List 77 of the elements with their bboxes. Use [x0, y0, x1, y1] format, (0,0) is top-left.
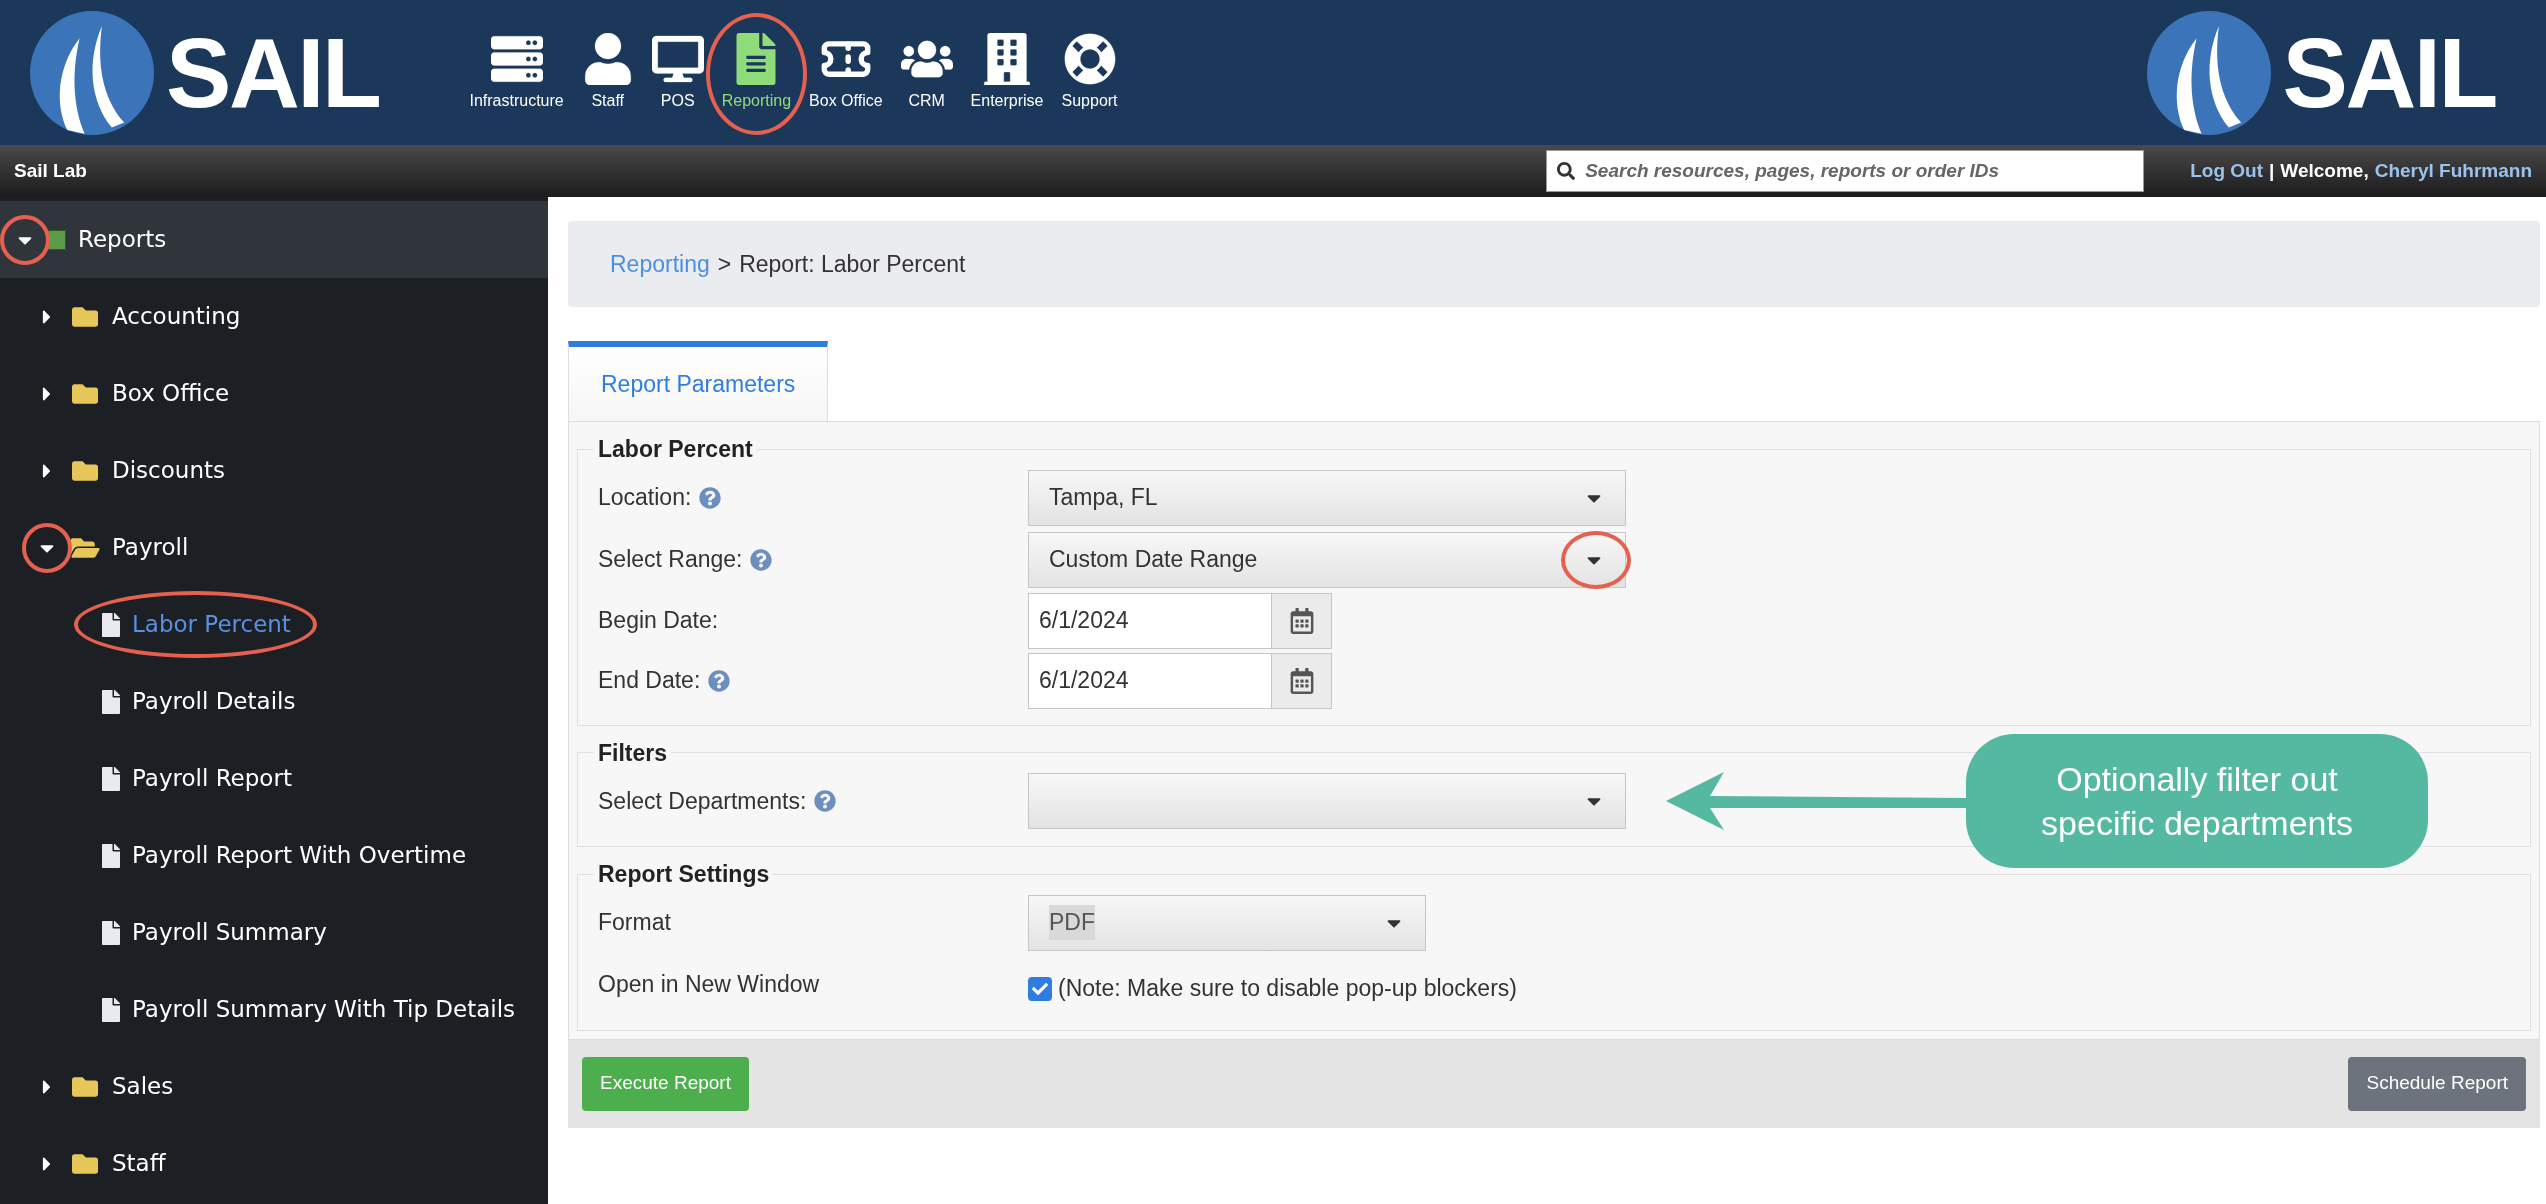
tree-item[interactable]: Payroll Summary — [132, 919, 327, 946]
field-label: End Date: — [598, 666, 701, 696]
select-field[interactable]: PDF — [1028, 894, 1426, 951]
tree-item[interactable]: Staff — [112, 1150, 166, 1177]
logo-text: SAIL — [2282, 23, 2496, 122]
breadcrumb-separator: > — [717, 249, 732, 279]
document-icon — [102, 843, 120, 868]
nav-item[interactable]: CRM — [898, 32, 955, 113]
nav-item[interactable]: Box Office — [807, 32, 885, 113]
nav-icon — [1063, 32, 1116, 85]
date-input[interactable]: 6/1/2024 — [1028, 592, 1272, 649]
field-label: Location: — [598, 483, 692, 513]
search-icon — [1557, 162, 1576, 180]
help-icon[interactable] — [708, 669, 731, 692]
section-title: Labor Percent — [597, 435, 754, 464]
field-label: Format — [598, 908, 671, 938]
help-icon[interactable] — [814, 790, 837, 812]
site-name: Sail Lab — [14, 158, 87, 183]
document-icon — [735, 32, 778, 85]
tree-item[interactable]: Discounts — [112, 457, 225, 484]
separator-text: | — [2269, 158, 2275, 183]
calendar-icon — [1289, 607, 1314, 634]
tree-item[interactable]: Payroll Report With Overtime — [132, 842, 467, 869]
nav-item[interactable]: Staff — [579, 32, 636, 113]
nav-icon — [651, 32, 704, 85]
user-link[interactable]: Cheryl Fuhrmann — [2374, 156, 2532, 186]
breadcrumb-current: Report: Labor Percent — [739, 249, 966, 279]
help-icon[interactable] — [699, 486, 722, 509]
document-icon — [102, 997, 120, 1022]
calendar-button[interactable] — [1272, 652, 1332, 709]
logo-text: SAIL — [166, 23, 380, 122]
checkbox-note: (Note: Make sure to disable pop-up blockers) — [1058, 974, 1517, 1004]
select-field[interactable]: Tampa, FL — [1028, 469, 1626, 526]
tree-item[interactable]: Payroll Details — [132, 688, 296, 715]
document-icon — [102, 689, 120, 714]
checkbox[interactable] — [1028, 976, 1052, 1001]
section-title: Report Settings — [597, 860, 771, 889]
date-input[interactable]: 6/1/2024 — [1028, 652, 1272, 709]
tree-item[interactable]: Reports — [78, 226, 167, 253]
field-label: Open in New Window — [598, 970, 820, 1000]
calendar-button[interactable] — [1272, 592, 1332, 649]
tree-item[interactable]: Sales — [112, 1073, 174, 1100]
report-book-icon — [48, 229, 66, 250]
select-value: PDF — [1049, 905, 1095, 940]
schedule-button[interactable]: Schedule Report — [2348, 1056, 2526, 1111]
highlight-ring — [1561, 530, 1631, 589]
welcome-text: Welcome, — [2280, 158, 2369, 183]
callout-bubble: Optionally filter out specific departments — [1966, 734, 2428, 868]
check-icon — [1032, 980, 1048, 997]
field-label: Begin Date: — [598, 606, 719, 636]
nav-item[interactable]: Enterprise — [968, 32, 1046, 113]
nav-item[interactable]: Infrastructure — [467, 32, 566, 113]
field-label: Select Range: — [598, 545, 743, 575]
calendar-icon — [1289, 667, 1314, 694]
sail-logo-icon — [30, 10, 154, 135]
help-icon[interactable] — [750, 548, 773, 571]
document-icon — [102, 920, 120, 945]
tree-item[interactable]: Box Office — [112, 380, 230, 407]
tree-item[interactable]: Payroll Summary With Tip Details — [132, 996, 516, 1023]
sail-logo-icon — [2146, 10, 2271, 135]
tree-item[interactable]: Labor Percent — [132, 611, 291, 638]
tree-item[interactable]: Accounting — [112, 303, 241, 330]
nav-item[interactable]: Support — [1059, 32, 1120, 113]
tree-item[interactable]: Payroll Report — [132, 765, 292, 792]
select-value: Tampa, FL — [1049, 483, 1158, 513]
document-icon — [102, 612, 120, 637]
document-icon — [102, 766, 120, 791]
tree-item[interactable]: Payroll — [112, 534, 189, 561]
section-title: Filters — [597, 738, 669, 768]
tab[interactable]: Report Parameters — [568, 341, 829, 421]
nav-item[interactable]: Reporting — [719, 32, 794, 113]
logout-link[interactable]: Log Out — [2190, 156, 2263, 186]
select-field[interactable] — [1028, 773, 1626, 829]
search-field[interactable]: Search resources, pages, reports or order IDs — [1546, 150, 2145, 192]
select-value: Custom Date Range — [1049, 545, 1258, 575]
field-label: Select Departments: — [598, 786, 807, 816]
nav-item[interactable]: POS — [649, 32, 706, 113]
